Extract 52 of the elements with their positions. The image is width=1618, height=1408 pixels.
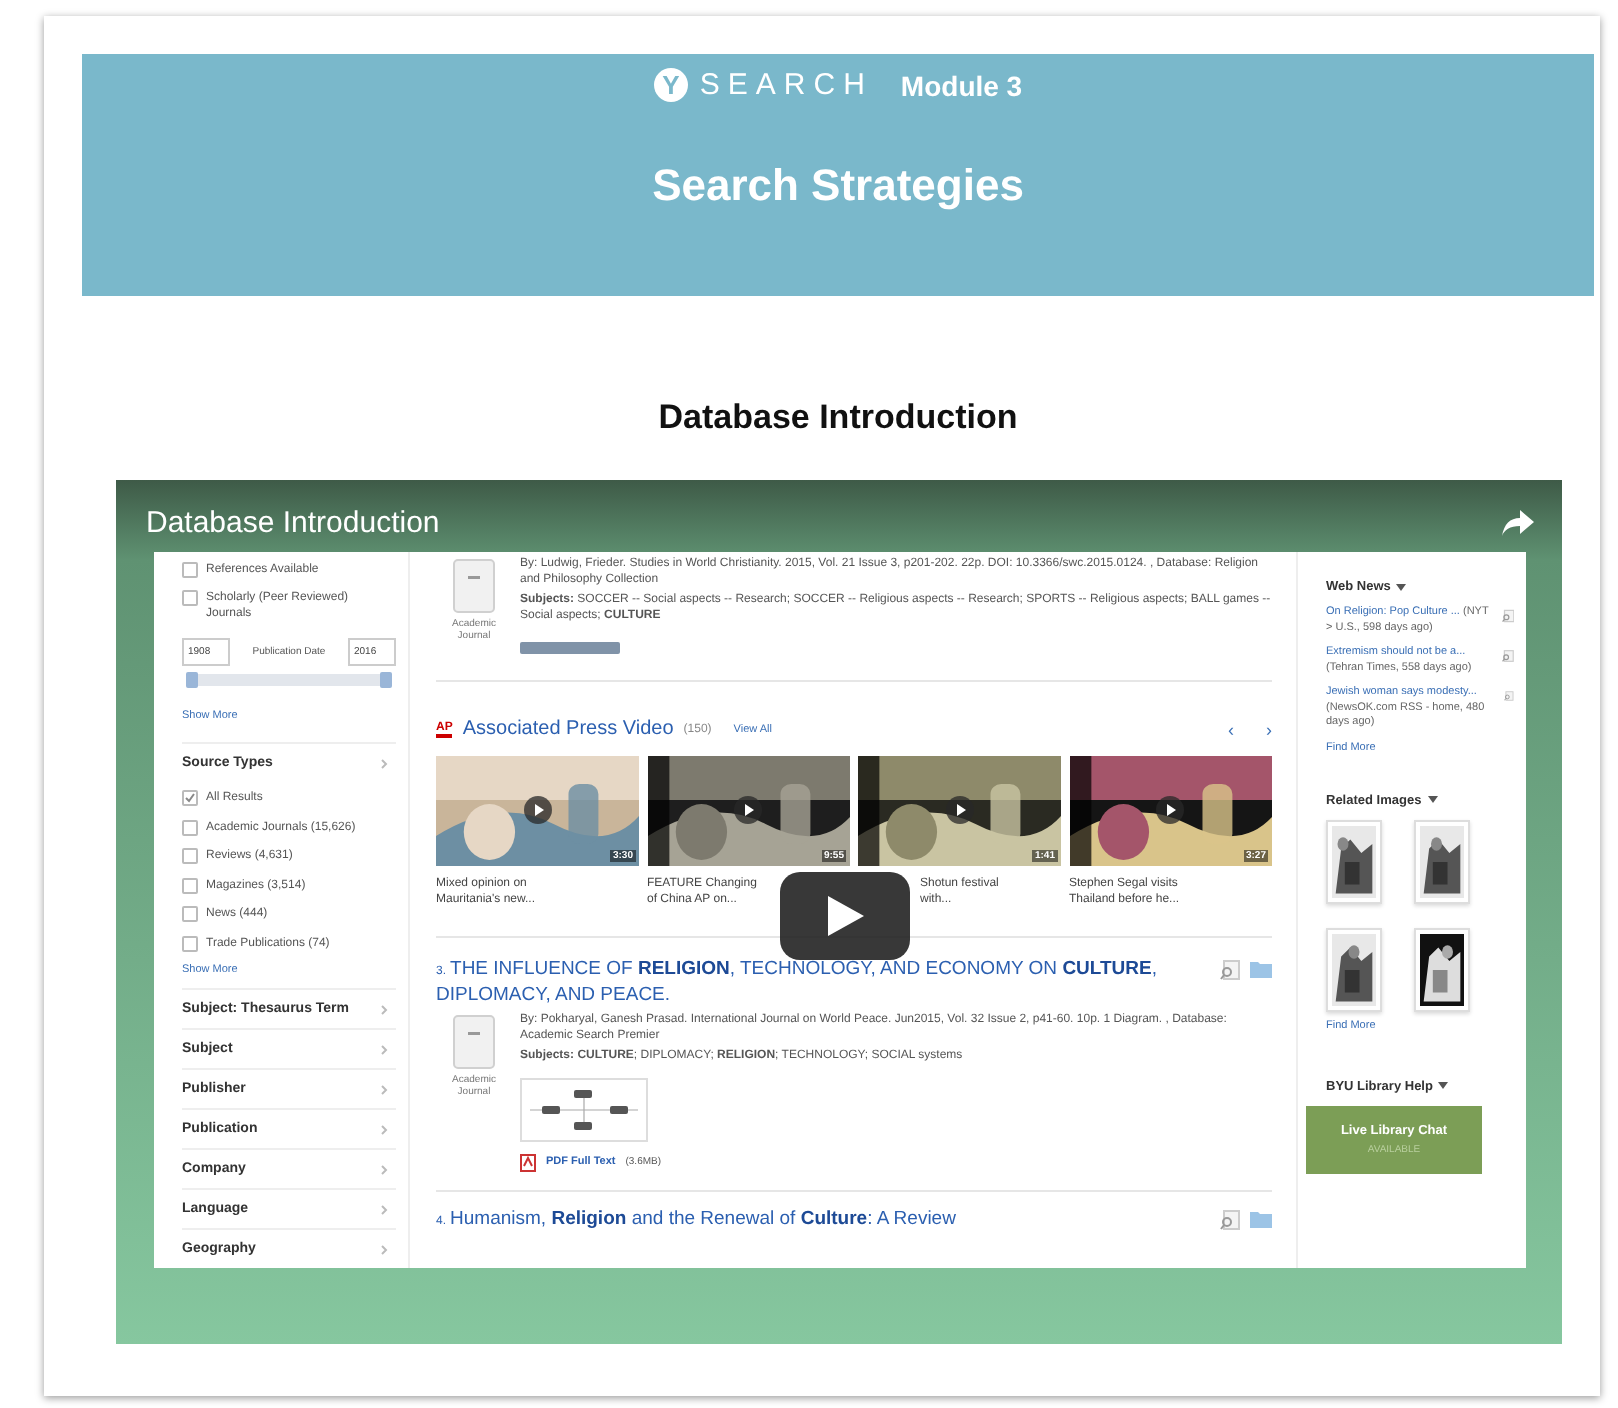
play-icon	[523, 796, 552, 824]
checkbox[interactable]	[182, 935, 198, 951]
date-range-slider[interactable]	[186, 674, 392, 686]
folder-icon[interactable]	[1250, 1209, 1272, 1227]
video-title: Database Introduction	[146, 505, 440, 539]
module-label: Module 3	[900, 69, 1023, 101]
next-arrow[interactable]: ›	[1266, 719, 1272, 739]
brand-name: SEARCH	[699, 68, 873, 102]
caret-icon	[1396, 583, 1407, 591]
magnifier-icon[interactable]	[1220, 1209, 1240, 1229]
document-icon	[452, 1014, 496, 1070]
previous-arrow[interactable]: ‹	[1228, 719, 1234, 739]
document-icon	[452, 558, 496, 614]
pdf-icon	[520, 1153, 536, 1171]
play-icon	[1156, 796, 1185, 824]
checkbox[interactable]	[182, 906, 198, 922]
play-icon	[734, 796, 763, 824]
checkbox[interactable]	[182, 562, 198, 578]
chevron-icon	[380, 1003, 388, 1015]
image-thumbnail[interactable]	[1326, 819, 1382, 903]
logo-mark: Y	[653, 68, 688, 102]
chevron-icon	[380, 1163, 388, 1175]
section-heading: Database Introduction	[656, 398, 1020, 438]
magnifier-icon[interactable]	[1220, 960, 1240, 980]
preview-icon[interactable]	[1504, 686, 1514, 706]
chevron-icon	[380, 757, 388, 769]
play-button[interactable]	[780, 872, 910, 960]
image-thumbnail[interactable]	[1326, 927, 1382, 1011]
checkbox[interactable]	[182, 877, 198, 893]
checkbox[interactable]	[182, 848, 198, 864]
chevron-icon	[380, 1123, 388, 1135]
chevron-icon	[380, 1083, 388, 1095]
checkbox[interactable]	[182, 590, 198, 606]
video-player[interactable]	[116, 480, 1562, 1344]
folder-icon[interactable]	[1250, 960, 1272, 978]
play-icon	[825, 894, 865, 938]
share-icon[interactable]	[1502, 509, 1534, 535]
play-icon	[945, 796, 974, 824]
diagram-drawing	[520, 1077, 648, 1141]
chevron-icon	[380, 1043, 388, 1055]
preview-icon[interactable]	[1501, 606, 1514, 626]
chevron-icon	[380, 1243, 388, 1255]
image-thumbnail[interactable]	[1414, 927, 1470, 1011]
checkbox[interactable]	[182, 819, 198, 835]
caret-icon	[1427, 796, 1438, 804]
image-thumbnail[interactable]	[1414, 819, 1470, 903]
checkbox[interactable]	[182, 790, 198, 806]
chevron-icon	[380, 1203, 388, 1215]
section-title: Associated Press Video	[462, 718, 674, 740]
page-title: Search Strategies	[652, 160, 1024, 212]
caret-icon	[1438, 1082, 1449, 1090]
preview-icon[interactable]	[1502, 646, 1514, 666]
